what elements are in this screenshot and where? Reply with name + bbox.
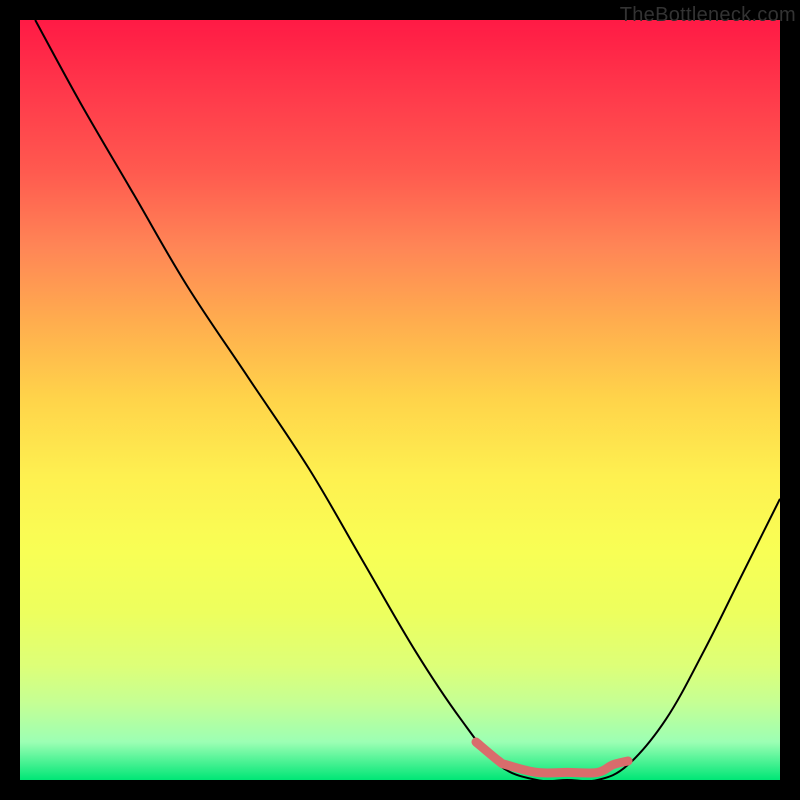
chart-container: TheBottleneck.com [0,0,800,800]
plot-area [20,20,780,780]
watermark-text: TheBottleneck.com [620,4,796,27]
highlight-svg [20,20,780,780]
optimal-zone-highlight [476,742,628,773]
